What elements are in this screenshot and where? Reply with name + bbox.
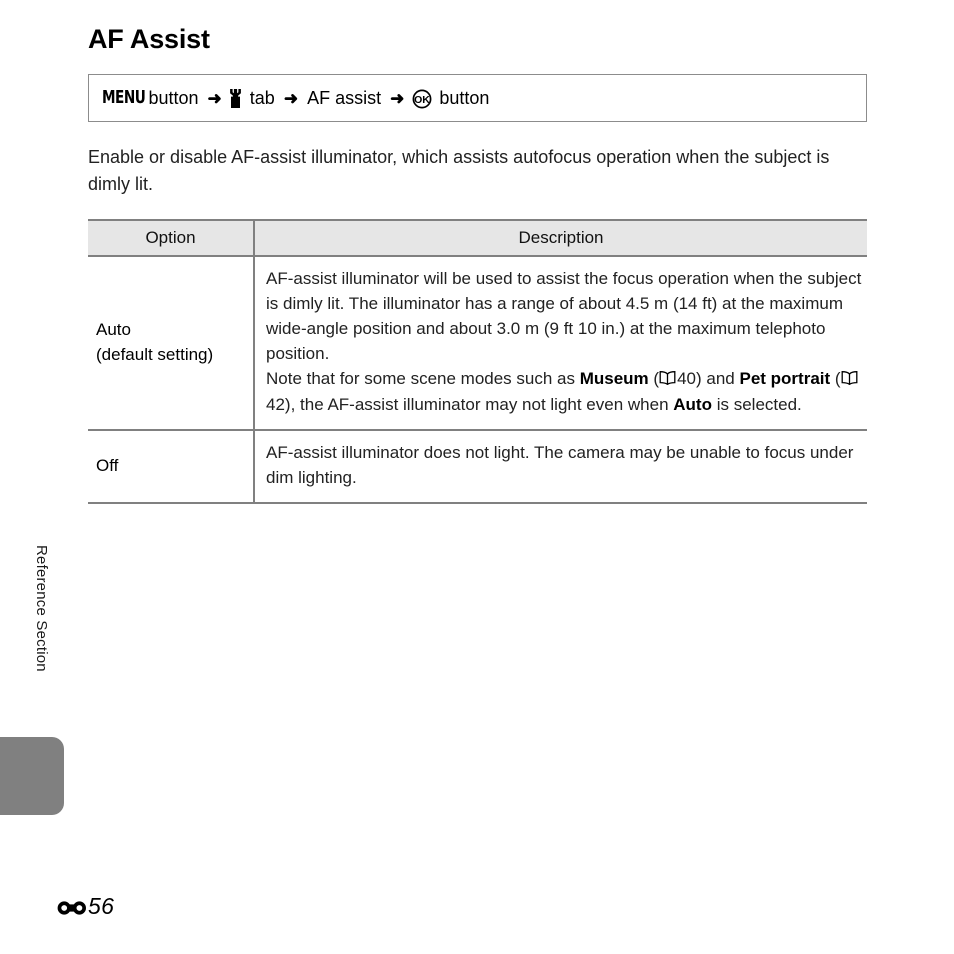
svg-text:OK: OK <box>414 94 430 106</box>
note-ref-close-1: ) and <box>696 369 740 389</box>
description-text-auto: AF-assist illuminator will be used to as… <box>266 268 862 364</box>
menu-path-word-button-2: button <box>439 88 490 109</box>
menu-button-label: MENU <box>102 87 146 109</box>
note-tail: is selected. <box>711 394 802 414</box>
note-bold-museum: Museum <box>579 369 649 389</box>
table-header-row: Option Description <box>88 218 867 257</box>
menu-path-item-label: AF assist <box>307 88 382 109</box>
option-sublabel-auto: (default setting) <box>96 344 214 364</box>
description-note-auto: Note that for some scene modes such as M… <box>266 366 863 416</box>
option-label-off: Off <box>96 455 119 475</box>
menu-path-box: MENU button ➜ tab ➜ AF assist ➜ OK butto… <box>88 74 867 123</box>
description-text-off: AF-assist illuminator does not light. Th… <box>266 442 854 487</box>
reference-section-symbol-icon <box>57 898 87 918</box>
note-lead: Note that for some scene modes such as <box>266 369 580 389</box>
page-number: 56 <box>88 893 115 919</box>
note-ref-open-1: ( <box>648 369 660 389</box>
option-cell-auto: Auto (default setting) <box>88 255 255 431</box>
table-row: Off AF-assist illuminator does not light… <box>88 429 867 505</box>
option-cell-off: Off <box>88 429 255 505</box>
table-row: Auto (default setting) AF-assist illumin… <box>88 255 867 431</box>
description-cell-off: AF-assist illuminator does not light. Th… <box>254 429 867 505</box>
ok-button-icon: OK <box>412 89 432 109</box>
intro-paragraph: Enable or disable AF-assist illuminator,… <box>88 147 830 195</box>
note-bold-auto: Auto <box>673 394 712 414</box>
page-ref-number-1: 40 <box>677 369 696 389</box>
page-ref-number-2: 42 <box>266 394 285 414</box>
menu-path-line: MENU button ➜ tab ➜ AF assist ➜ OK butto… <box>102 87 493 109</box>
wrench-icon <box>228 88 243 108</box>
menu-path-word-tab: tab <box>249 88 275 109</box>
note-ref-open-2: ( <box>830 369 841 389</box>
page-title: AF Assist <box>88 24 210 54</box>
reference-section-label: Reference Section <box>33 545 50 672</box>
book-icon-2 <box>841 367 858 386</box>
note-bold-pet-portrait: Pet portrait <box>739 369 831 389</box>
arrow-icon-1: ➜ <box>207 88 222 108</box>
book-icon-1 <box>659 367 676 386</box>
page-content: AF Assist MENU button ➜ tab ➜ AF assist … <box>88 0 868 505</box>
description-cell-auto: AF-assist illuminator will be used to as… <box>254 255 867 431</box>
option-label-auto: Auto <box>96 319 131 339</box>
note-ref-close-2: ), the AF-assist illuminator may not lig… <box>284 394 674 414</box>
reference-section-tab <box>0 737 64 815</box>
table-header-description: Description <box>254 218 867 257</box>
arrow-icon-2: ➜ <box>283 88 299 108</box>
menu-path-word-button-1: button <box>148 88 199 109</box>
table-header-option: Option <box>88 218 255 257</box>
af-assist-options-table: Option Description Auto (default setting… <box>88 218 867 505</box>
arrow-icon-3: ➜ <box>390 88 405 108</box>
page-footer: 56 <box>57 893 114 920</box>
